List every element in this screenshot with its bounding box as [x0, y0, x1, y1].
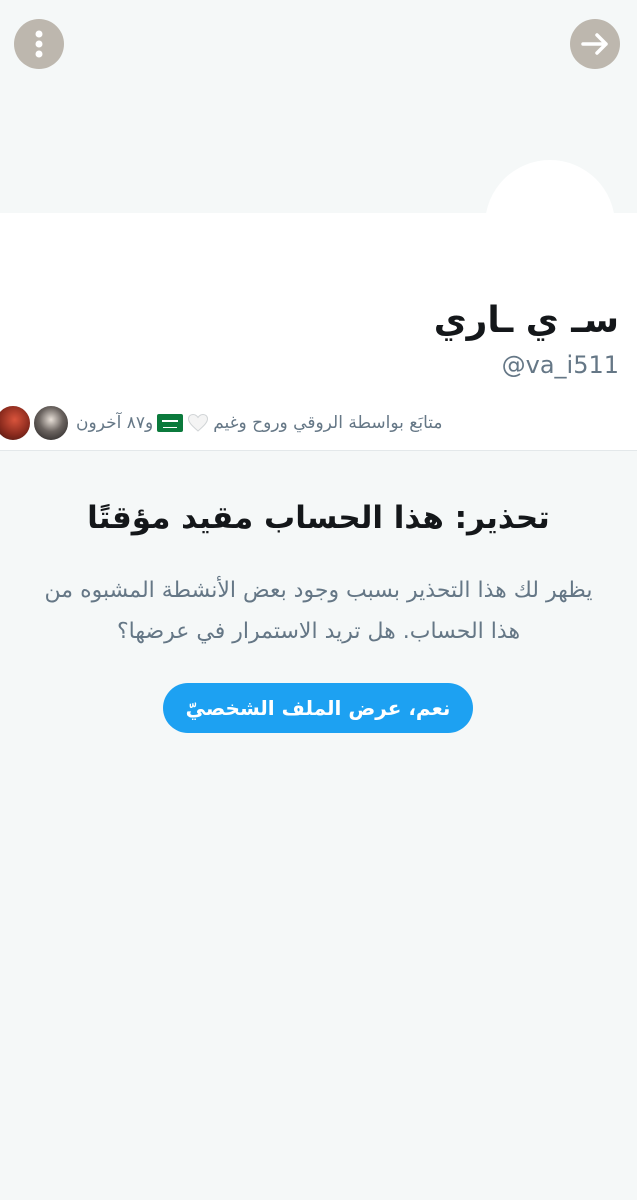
followed-by-others: و٨٧ آخرون [76, 413, 154, 433]
follower-avatars [0, 404, 70, 442]
follower-avatar [0, 404, 32, 442]
profile-avatar[interactable] [485, 160, 615, 290]
followed-by-names: متابَع بواسطة الروقي وروح وغيم [213, 413, 443, 433]
followed-by-text: متابَع بواسطة الروقي وروح وغيم و٨٧ آخرون [76, 413, 443, 433]
display-name: سـ ي ـاري [433, 300, 619, 341]
saudi-flag-icon [157, 414, 184, 432]
warning-title: تحذير: هذا الحساب مقيد مؤقتًا [87, 500, 550, 536]
view-profile-button[interactable]: نعم، عرض الملف الشخصيّ [163, 683, 473, 733]
divider [0, 450, 637, 451]
back-button[interactable] [570, 19, 620, 69]
profile-handle: @va_i511 [501, 351, 619, 379]
follower-avatar [32, 404, 70, 442]
white-heart-icon [188, 413, 209, 432]
warning-message: يظهر لك هذا التحذير بسبب وجود بعض الأنشط… [44, 578, 593, 644]
arrow-right-icon [581, 33, 608, 55]
more-options-button[interactable] [14, 19, 64, 69]
followed-by-row[interactable]: متابَع بواسطة الروقي وروح وغيم و٨٧ آخرون [0, 404, 585, 442]
more-vertical-icon [35, 30, 43, 58]
